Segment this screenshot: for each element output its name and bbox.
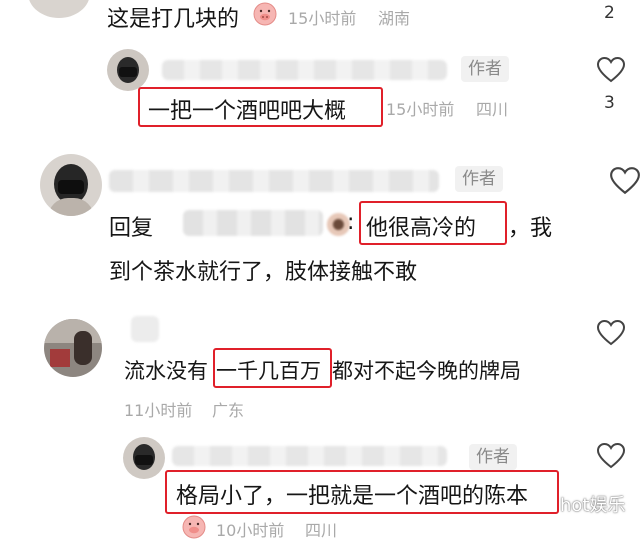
avatar[interactable] xyxy=(123,437,165,479)
reply-prefix: 回复 xyxy=(109,216,154,241)
reply-text: 格局小了，一把就是一个酒吧的陈本 xyxy=(176,484,529,509)
username-blurred xyxy=(162,60,447,80)
comment-text: ，我 xyxy=(508,216,553,241)
like-count: 3 xyxy=(604,93,615,113)
username-blurred xyxy=(131,316,159,342)
reply-time: 15小时前 xyxy=(386,100,455,119)
heart-outline-icon[interactable] xyxy=(596,319,626,351)
reply-location: 四川 xyxy=(476,100,509,119)
author-tag: 作者 xyxy=(455,166,503,192)
comment-text: 都对不起今晚的牌局 xyxy=(332,359,521,383)
colon: : xyxy=(347,210,355,235)
heart-outline-icon[interactable] xyxy=(596,56,626,88)
reply-location: 四川 xyxy=(305,521,338,540)
like-count: 2 xyxy=(604,3,615,23)
comment-time: 15小时前 xyxy=(288,9,357,28)
heart-outline-icon[interactable] xyxy=(596,442,626,474)
username-blurred xyxy=(109,170,439,192)
pig-emoji-icon xyxy=(252,1,278,31)
username-blurred xyxy=(172,446,447,466)
highlight-text: 一千几百万 xyxy=(216,359,321,383)
reply-time: 10小时前 xyxy=(216,521,285,540)
comment-text: 流水没有 xyxy=(124,359,208,383)
comment-text: 这是打几块的 xyxy=(107,7,240,32)
author-tag: 作者 xyxy=(469,444,517,470)
reply-target-blurred xyxy=(183,210,323,236)
pig-emoji-icon xyxy=(181,514,207,544)
avatar[interactable] xyxy=(107,49,149,91)
reply-text: 一把一个酒吧吧大概 xyxy=(148,99,347,124)
comment-location: 湖南 xyxy=(378,9,411,28)
heart-outline-icon[interactable] xyxy=(609,166,641,200)
avatar[interactable] xyxy=(44,319,102,377)
highlight-text: 他很高冷的 xyxy=(366,216,477,241)
comment-text-line2: 到个茶水就行了，肢体接触不敢 xyxy=(109,260,418,285)
avatar[interactable] xyxy=(28,0,90,18)
avatar[interactable] xyxy=(40,154,102,216)
comment-location: 广东 xyxy=(212,401,245,420)
comment-time: 11小时前 xyxy=(124,401,193,420)
watermark: hot娱乐 xyxy=(560,495,626,516)
author-tag: 作者 xyxy=(461,56,509,82)
